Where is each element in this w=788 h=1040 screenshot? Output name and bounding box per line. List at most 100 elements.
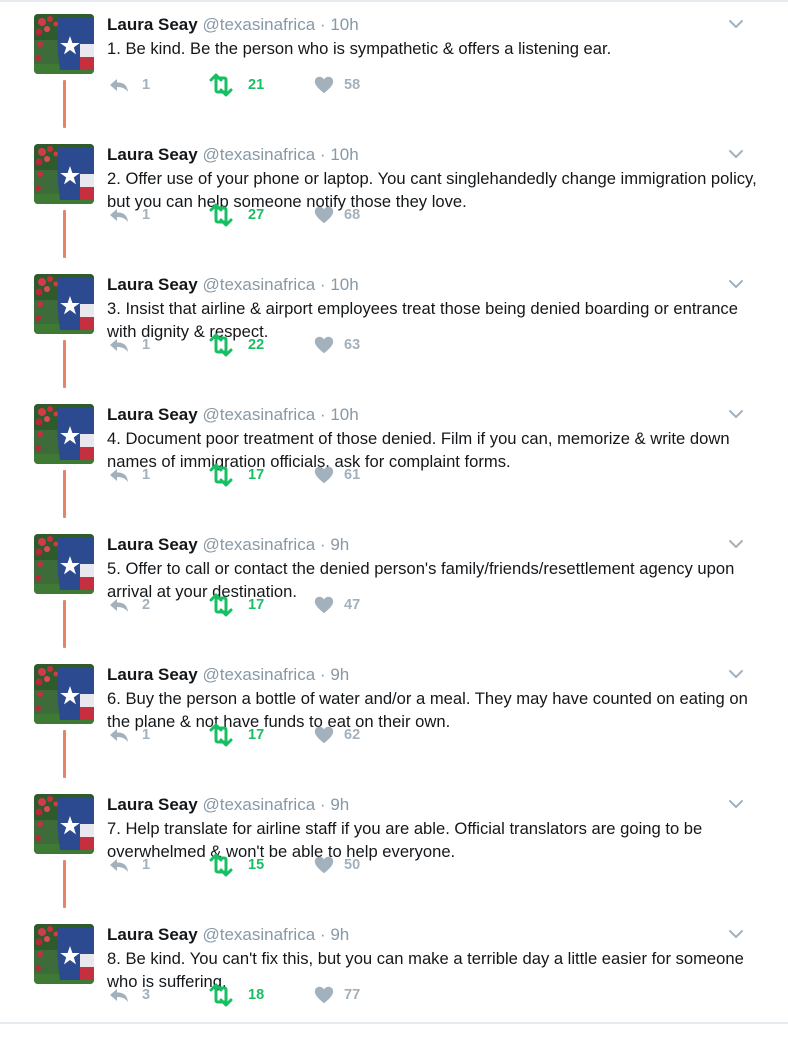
tweet-menu-button[interactable] xyxy=(726,924,746,944)
retweet-button[interactable]: 17 xyxy=(207,593,264,617)
retweet-icon xyxy=(209,203,233,227)
texas-flag-avatar-icon xyxy=(34,534,94,594)
reply-button[interactable]: 1 xyxy=(107,463,150,487)
avatar[interactable] xyxy=(34,664,94,724)
retweet-button[interactable]: 18 xyxy=(207,983,264,1007)
tweet-5[interactable]: Laura Seay @texasinafrica · 9h 5. Offer … xyxy=(0,520,788,650)
chevron-down-icon xyxy=(729,20,743,28)
avatar[interactable] xyxy=(34,534,94,594)
reply-arrow-icon xyxy=(110,339,128,352)
author-handle[interactable]: @texasinafrica xyxy=(202,275,315,294)
separator-dot: · xyxy=(319,15,326,34)
tweet-3[interactable]: Laura Seay @texasinafrica · 10h 3. Insis… xyxy=(0,260,788,390)
reply-arrow-icon xyxy=(110,989,128,1002)
tweet-menu-button[interactable] xyxy=(726,664,746,684)
reply-button[interactable]: 1 xyxy=(107,853,150,877)
tweet-menu-button[interactable] xyxy=(726,14,746,34)
retweet-button[interactable]: 21 xyxy=(207,73,264,97)
like-count: 50 xyxy=(344,857,361,873)
tweet-menu-button[interactable] xyxy=(726,534,746,554)
tweet-timestamp[interactable]: 9h xyxy=(330,665,349,684)
author-name[interactable]: Laura Seay xyxy=(107,665,198,684)
like-button[interactable]: 58 xyxy=(313,73,360,97)
tweet-4[interactable]: Laura Seay @texasinafrica · 10h 4. Docum… xyxy=(0,390,788,520)
tweet-timestamp[interactable]: 10h xyxy=(330,15,358,34)
avatar[interactable] xyxy=(34,924,94,984)
tweet-text: 1. Be kind. Be the person who is sympath… xyxy=(107,39,612,58)
reply-arrow-icon xyxy=(110,469,128,482)
tweet-1[interactable]: Laura Seay @texasinafrica · 10h 1. Be ki… xyxy=(0,0,788,130)
retweet-count: 17 xyxy=(248,597,265,613)
tweet-timestamp[interactable]: 10h xyxy=(330,145,358,164)
tweet-menu-button[interactable] xyxy=(726,274,746,294)
author-name[interactable]: Laura Seay xyxy=(107,795,198,814)
author-name[interactable]: Laura Seay xyxy=(107,275,198,294)
retweet-button[interactable]: 27 xyxy=(207,203,264,227)
avatar[interactable] xyxy=(34,274,94,334)
tweet-2[interactable]: Laura Seay @texasinafrica · 10h 2. Offer… xyxy=(0,130,788,260)
reply-count: 3 xyxy=(142,987,151,1003)
tweet-timestamp[interactable]: 9h xyxy=(330,925,349,944)
texas-flag-avatar-icon xyxy=(34,404,94,464)
author-name[interactable]: Laura Seay xyxy=(107,405,198,424)
reply-count: 1 xyxy=(142,857,151,873)
retweet-button[interactable]: 15 xyxy=(207,853,264,877)
like-button[interactable]: 47 xyxy=(313,593,360,617)
separator-dot: · xyxy=(319,145,326,164)
tweet-timestamp[interactable]: 10h xyxy=(330,275,358,294)
texas-flag-avatar-icon xyxy=(34,924,94,984)
heart-icon xyxy=(314,986,334,1004)
reply-button[interactable]: 2 xyxy=(107,593,150,617)
reply-button[interactable]: 3 xyxy=(107,983,150,1007)
reply-button[interactable]: 1 xyxy=(107,723,150,747)
retweet-icon xyxy=(209,723,233,747)
like-button[interactable]: 68 xyxy=(313,203,360,227)
retweet-button[interactable]: 17 xyxy=(207,463,264,487)
avatar[interactable] xyxy=(34,14,94,74)
avatar[interactable] xyxy=(34,794,94,854)
author-handle[interactable]: @texasinafrica xyxy=(202,405,315,424)
tweet-timestamp[interactable]: 9h xyxy=(330,535,349,554)
like-button[interactable]: 77 xyxy=(313,983,360,1007)
tweet-7[interactable]: Laura Seay @texasinafrica · 9h 7. Help t… xyxy=(0,780,788,910)
reply-arrow-icon xyxy=(110,599,128,612)
reply-button[interactable]: 1 xyxy=(107,203,150,227)
tweet-menu-button[interactable] xyxy=(726,404,746,424)
author-handle[interactable]: @texasinafrica xyxy=(202,145,315,164)
heart-icon xyxy=(314,76,334,94)
heart-icon xyxy=(314,726,334,744)
retweet-icon xyxy=(209,593,233,617)
author-name[interactable]: Laura Seay xyxy=(107,925,198,944)
author-handle[interactable]: @texasinafrica xyxy=(202,15,315,34)
author-handle[interactable]: @texasinafrica xyxy=(202,535,315,554)
like-button[interactable]: 50 xyxy=(313,853,360,877)
like-button[interactable]: 63 xyxy=(313,333,360,357)
author-name[interactable]: Laura Seay xyxy=(107,145,198,164)
avatar[interactable] xyxy=(34,144,94,204)
reply-button[interactable]: 1 xyxy=(107,73,150,97)
reply-button[interactable]: 1 xyxy=(107,333,150,357)
retweet-count: 17 xyxy=(248,727,265,743)
author-handle[interactable]: @texasinafrica xyxy=(202,665,315,684)
tweet-text: 4. Document poor treatment of those deni… xyxy=(107,429,730,471)
avatar[interactable] xyxy=(34,404,94,464)
tweet-6[interactable]: Laura Seay @texasinafrica · 9h 6. Buy th… xyxy=(0,650,788,780)
author-name[interactable]: Laura Seay xyxy=(107,535,198,554)
thread-connector-line xyxy=(63,860,66,908)
like-count: 77 xyxy=(344,987,361,1003)
tweet-header: Laura Seay @texasinafrica · 9h xyxy=(107,924,349,946)
tweet-timestamp[interactable]: 9h xyxy=(330,795,349,814)
retweet-button[interactable]: 17 xyxy=(207,723,264,747)
author-name[interactable]: Laura Seay xyxy=(107,15,198,34)
like-button[interactable]: 61 xyxy=(313,463,360,487)
tweet-menu-button[interactable] xyxy=(726,794,746,814)
like-button[interactable]: 62 xyxy=(313,723,360,747)
tweet-header: Laura Seay @texasinafrica · 9h xyxy=(107,794,349,816)
author-handle[interactable]: @texasinafrica xyxy=(202,925,315,944)
tweet-8[interactable]: Laura Seay @texasinafrica · 9h 8. Be kin… xyxy=(0,910,788,1040)
tweet-menu-button[interactable] xyxy=(726,144,746,164)
chevron-down-icon xyxy=(729,800,743,808)
retweet-button[interactable]: 22 xyxy=(207,333,264,357)
author-handle[interactable]: @texasinafrica xyxy=(202,795,315,814)
tweet-timestamp[interactable]: 10h xyxy=(330,405,358,424)
